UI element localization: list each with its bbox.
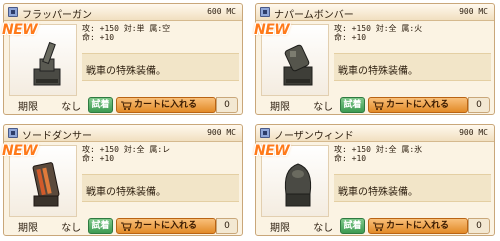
- stats-accuracy: 命: +10: [334, 154, 367, 163]
- description-text: 戦車の特殊装備。: [338, 66, 418, 77]
- cart-label: カートに入れる: [134, 221, 198, 231]
- category-icon: [8, 7, 18, 17]
- item-name: ソードダンサー: [22, 131, 92, 142]
- limit-label: 期限: [18, 223, 38, 234]
- category-icon: [260, 128, 270, 138]
- item-card-northern-wind: ノーザンウィンド 900 MC NEW 攻: +150 対:全 属:氷 命: +…: [254, 124, 495, 236]
- item-price: 900 MC: [459, 128, 488, 137]
- category-icon: [260, 7, 270, 17]
- try-on-button[interactable]: 試着: [340, 97, 365, 113]
- quantity-field[interactable]: 0: [468, 97, 490, 113]
- new-badge: NEW: [254, 143, 290, 159]
- stats-attack: 攻: +150 対:全 属:火: [334, 24, 423, 33]
- cart-icon: [121, 101, 132, 110]
- cart-icon: [373, 222, 384, 231]
- item-description: 戦車の特殊装備。: [82, 174, 239, 202]
- stats-attack: 攻: +150 対:単 属:空: [82, 24, 171, 33]
- stats-accuracy: 命: +10: [82, 33, 115, 42]
- new-badge: NEW: [254, 22, 290, 38]
- stats-attack: 攻: +150 対:全 属:氷: [334, 145, 423, 154]
- new-badge: NEW: [2, 143, 38, 159]
- item-price: 900 MC: [207, 128, 236, 137]
- limit-label: 期限: [18, 102, 38, 113]
- item-header: ノーザンウィンド 900 MC: [256, 125, 494, 142]
- stats-accuracy: 命: +10: [82, 154, 115, 163]
- limit-info: 期限 なし: [270, 219, 333, 234]
- try-on-button[interactable]: 試着: [88, 97, 113, 113]
- new-badge: NEW: [2, 22, 38, 38]
- item-description: 戦車の特殊装備。: [334, 53, 491, 81]
- try-on-button[interactable]: 試着: [340, 218, 365, 234]
- item-stats: 攻: +150 対:全 属:氷 命: +10: [334, 145, 489, 163]
- limit-value: なし: [313, 223, 334, 234]
- quantity-field[interactable]: 0: [468, 218, 490, 234]
- item-description: 戦車の特殊装備。: [334, 174, 491, 202]
- add-to-cart-button[interactable]: カートに入れる: [368, 218, 468, 234]
- description-text: 戦車の特殊装備。: [86, 66, 166, 77]
- item-header: ナパームボンバー 900 MC: [256, 4, 494, 21]
- cart-label: カートに入れる: [386, 221, 450, 231]
- cart-icon: [121, 222, 132, 231]
- blade-launcher-icon: [32, 162, 60, 207]
- item-stats: 攻: +150 対:全 属:レ 命: +10: [82, 145, 237, 163]
- add-to-cart-button[interactable]: カートに入れる: [116, 97, 216, 113]
- bomber-icon: [283, 44, 313, 86]
- description-text: 戦車の特殊装備。: [86, 187, 166, 198]
- cart-label: カートに入れる: [134, 100, 198, 110]
- item-card-sword-dancer: ソードダンサー 900 MC NEW 攻: +150 対:全 属:レ 命: +1…: [2, 124, 243, 236]
- item-header: ソードダンサー 900 MC: [4, 125, 242, 142]
- cart-label: カートに入れる: [386, 100, 450, 110]
- limit-label: 期限: [270, 102, 290, 113]
- limit-value: なし: [61, 223, 82, 234]
- category-icon: [8, 128, 18, 138]
- limit-label: 期限: [270, 223, 290, 234]
- item-stats: 攻: +150 対:全 属:火 命: +10: [334, 24, 489, 42]
- item-name: ナパームボンバー: [274, 10, 354, 21]
- add-to-cart-button[interactable]: カートに入れる: [116, 218, 216, 234]
- cannon-icon: [33, 41, 61, 86]
- item-name: フラッパーガン: [22, 10, 92, 21]
- item-card-napalm-bomber: ナパームボンバー 900 MC NEW 攻: +150 対:全 属:火 命: +…: [254, 3, 495, 115]
- description-text: 戦車の特殊装備。: [338, 187, 418, 198]
- limit-info: 期限 なし: [18, 98, 81, 113]
- pod-launcher-icon: [284, 163, 312, 207]
- try-on-button[interactable]: 試着: [88, 218, 113, 234]
- limit-info: 期限 なし: [270, 98, 333, 113]
- item-card-flapper-gun: フラッパーガン 600 MC NEW 攻: +150 対:単 属:空 命: +1…: [2, 3, 243, 115]
- stats-accuracy: 命: +10: [334, 33, 367, 42]
- limit-value: なし: [61, 102, 82, 113]
- item-name: ノーザンウィンド: [274, 131, 354, 142]
- cart-icon: [373, 101, 384, 110]
- item-price: 900 MC: [459, 7, 488, 16]
- item-header: フラッパーガン 600 MC: [4, 4, 242, 21]
- stats-attack: 攻: +150 対:全 属:レ: [82, 145, 171, 154]
- quantity-field[interactable]: 0: [216, 218, 238, 234]
- item-description: 戦車の特殊装備。: [82, 53, 239, 81]
- limit-value: なし: [313, 102, 334, 113]
- add-to-cart-button[interactable]: カートに入れる: [368, 97, 468, 113]
- item-price: 600 MC: [207, 7, 236, 16]
- item-stats: 攻: +150 対:単 属:空 命: +10: [82, 24, 237, 42]
- limit-info: 期限 なし: [18, 219, 81, 234]
- quantity-field[interactable]: 0: [216, 97, 238, 113]
